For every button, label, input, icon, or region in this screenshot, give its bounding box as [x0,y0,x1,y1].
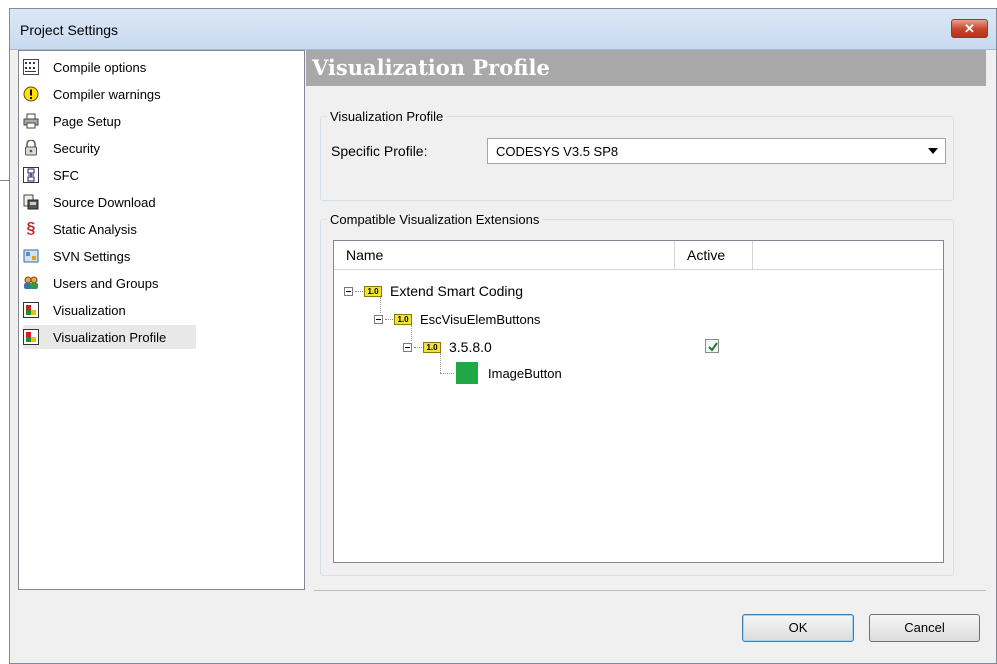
footer-divider [314,590,986,591]
visualization-icon [23,329,39,345]
collapse-icon[interactable] [403,342,412,352]
specific-profile-dropdown[interactable]: CODESYS V3.5 SP8 [487,138,946,164]
library-icon: 1.0 [364,285,382,297]
group-legend: Compatible Visualization Extensions [330,212,540,227]
sfc-icon [23,167,39,183]
sidebar-item-label: Page Setup [53,113,121,129]
tree-node-extend-smart-coding[interactable]: 1.0 Extend Smart Coding [344,281,523,301]
users-icon [23,275,39,291]
tree-connector [414,346,422,348]
page-heading-bar: Visualization Profile [306,50,986,86]
tree-node-label: EscVisuElemButtons [420,311,541,327]
source-download-icon [23,194,39,210]
library-icon: 1.0 [394,313,412,325]
sidebar-item-security[interactable]: Security [23,136,100,160]
specific-profile-label: Specific Profile: [331,143,428,159]
tree-node-version[interactable]: 1.0 3.5.8.0 [403,337,492,357]
printer-icon [23,113,39,129]
page-title: Visualization Profile [312,55,550,80]
sidebar-item-label: Visualization Profile [53,329,167,345]
sidebar-item-label: Users and Groups [53,275,159,291]
sidebar-item-page-setup[interactable]: Page Setup [23,109,121,133]
tree-node-label: ImageButton [488,365,562,381]
sidebar-item-sfc[interactable]: SFC [23,163,79,187]
sidebar-item-visualization[interactable]: Visualization [23,298,126,322]
svn-icon [23,248,39,264]
sidebar-item-label: Visualization [53,302,126,318]
column-header-active[interactable]: Active [675,241,752,270]
dropdown-value: CODESYS V3.5 SP8 [496,144,619,159]
tree-node-label: Extend Smart Coding [390,283,524,299]
library-icon: 1.0 [423,341,441,353]
lock-icon [23,139,39,156]
tree-connector [355,290,363,292]
sidebar-item-label: SVN Settings [53,248,131,264]
image-button-swatch [456,362,478,384]
collapse-icon[interactable] [344,286,353,296]
sidebar-item-compile-options[interactable]: Compile options [23,55,146,79]
group-legend: Visualization Profile [330,109,444,124]
window-title: Project Settings [20,22,119,38]
sidebar-item-label: Source Download [53,194,156,210]
sidebar-item-label: Compiler warnings [53,86,161,102]
sidebar-item-visualization-profile[interactable]: Visualization Profile [23,325,197,349]
active-checkbox[interactable] [705,339,719,353]
sidebar-item-label: Compile options [53,59,147,75]
ok-button[interactable]: OK [742,614,854,642]
close-button[interactable]: ✕ [951,19,988,38]
tree-connector [440,373,454,374]
tree-node-imagebutton[interactable]: ImageButton [456,362,562,384]
sidebar-item-label: SFC [53,167,79,183]
tree-node-escvisuelembuttons[interactable]: 1.0 EscVisuElemButtons [374,309,540,329]
section-sign-icon: § [26,220,36,237]
collapse-icon[interactable] [374,314,383,324]
settings-category-list[interactable]: Compile options Compiler warnings Page S… [18,50,305,590]
chevron-down-icon[interactable] [928,148,938,154]
visualization-icon [23,302,39,318]
sidebar-item-static-analysis[interactable]: § Static Analysis [23,217,137,241]
sidebar-item-label: Static Analysis [53,221,137,237]
warning-icon [23,86,39,102]
sidebar-item-compiler-warnings[interactable]: Compiler warnings [23,82,161,106]
sidebar-item-label: Security [53,140,100,156]
cancel-button[interactable]: Cancel [869,614,980,642]
column-header-empty [753,241,943,270]
tree-node-label: 3.5.8.0 [449,339,492,355]
title-bar[interactable]: Project Settings ✕ [10,9,996,50]
compile-options-icon [23,59,39,75]
sidebar-item-users-and-groups[interactable]: Users and Groups [23,271,159,295]
column-header-name[interactable]: Name [334,241,674,270]
tree-connector [385,318,393,320]
sidebar-item-svn-settings[interactable]: SVN Settings [23,244,130,268]
sidebar-item-source-download[interactable]: Source Download [23,190,156,214]
